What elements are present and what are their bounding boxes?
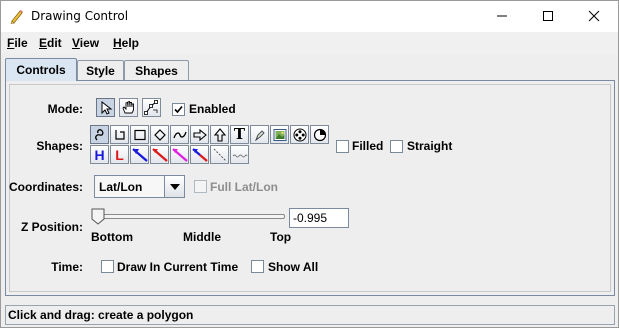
app-window: Drawing Control File Edit View Help Cont…: [0, 0, 619, 328]
filled-checkbox[interactable]: [336, 140, 349, 153]
smooth-curve-icon[interactable]: [170, 125, 189, 144]
zposition-input[interactable]: [289, 208, 349, 228]
occluded-front-icon[interactable]: [170, 145, 189, 164]
zposition-slider-track[interactable]: [95, 214, 285, 219]
tick-label-bottom: Bottom: [91, 230, 133, 244]
time-label: Time:: [51, 260, 83, 274]
tab-strip: Controls Style Shapes: [1, 57, 618, 81]
menu-bar: File Edit View Help: [1, 32, 618, 54]
full-latlon-checkbox[interactable]: [194, 180, 207, 193]
filled-label: Filled: [352, 139, 384, 153]
pencil-icon: [9, 8, 25, 24]
minimize-button[interactable]: [479, 1, 525, 31]
zposition-slider-thumb[interactable]: [91, 208, 105, 225]
menu-file[interactable]: File: [7, 36, 28, 50]
freehand-curve-icon[interactable]: [90, 125, 109, 144]
draw-current-time-checkbox[interactable]: [101, 260, 114, 273]
cold-front-icon[interactable]: [130, 145, 149, 164]
maximize-button[interactable]: [525, 1, 571, 31]
trough-icon[interactable]: [210, 145, 229, 164]
tab-shapes[interactable]: Shapes: [124, 60, 189, 80]
open-polygon-icon[interactable]: [110, 125, 129, 144]
right-arrow-icon[interactable]: [190, 125, 209, 144]
zposition-label: Z Position:: [21, 220, 83, 234]
image-icon[interactable]: [270, 125, 289, 144]
status-text: Click and drag: create a polygon: [8, 308, 194, 322]
menu-view[interactable]: View: [72, 36, 99, 50]
mode-label: Mode:: [47, 102, 83, 116]
straight-checkbox[interactable]: [390, 140, 403, 153]
coordinates-select[interactable]: Lat/Lon: [94, 175, 185, 198]
status-bar: Click and drag: create a polygon: [5, 305, 615, 325]
show-all-checkbox[interactable]: [251, 260, 264, 273]
squall-line-icon[interactable]: [230, 145, 249, 164]
coordinates-label: Coordinates:: [9, 180, 84, 194]
edit-points-icon[interactable]: [142, 98, 161, 117]
text-icon[interactable]: T: [230, 125, 249, 144]
shape-tool-icon[interactable]: [250, 125, 269, 144]
menu-help[interactable]: Help: [113, 36, 139, 50]
full-latlon-label: Full Lat/Lon: [210, 180, 278, 194]
shapes-label: Shapes:: [36, 139, 83, 153]
high-pressure-icon[interactable]: H: [90, 145, 109, 164]
tab-style[interactable]: Style: [77, 60, 124, 80]
movie-reel-icon[interactable]: [290, 125, 309, 144]
tick-label-middle: Middle: [183, 230, 221, 244]
enabled-label: Enabled: [189, 102, 236, 116]
pan-hand-icon[interactable]: [119, 98, 138, 117]
up-arrow-icon[interactable]: [210, 125, 229, 144]
window-title: Drawing Control: [31, 9, 129, 23]
stationary-front-icon[interactable]: [190, 145, 209, 164]
menu-edit[interactable]: Edit: [39, 36, 62, 50]
title-bar[interactable]: Drawing Control: [1, 1, 618, 32]
warm-front-icon[interactable]: [150, 145, 169, 164]
rectangle-icon[interactable]: [130, 125, 149, 144]
enabled-checkbox[interactable]: [172, 103, 185, 116]
tab-controls[interactable]: Controls: [5, 58, 77, 81]
tick-label-top: Top: [270, 230, 292, 244]
coordinates-value: Lat/Lon: [99, 180, 143, 194]
straight-label: Straight: [407, 139, 453, 153]
draw-current-time-label: Draw In Current Time: [117, 260, 239, 274]
select-arrow-icon[interactable]: [96, 98, 115, 117]
show-all-label: Show All: [268, 260, 319, 274]
pie-icon[interactable]: [310, 125, 329, 144]
close-button[interactable]: [571, 1, 617, 31]
diamond-icon[interactable]: [150, 125, 169, 144]
chevron-down-icon[interactable]: [164, 176, 184, 197]
low-pressure-icon[interactable]: L: [110, 145, 129, 164]
